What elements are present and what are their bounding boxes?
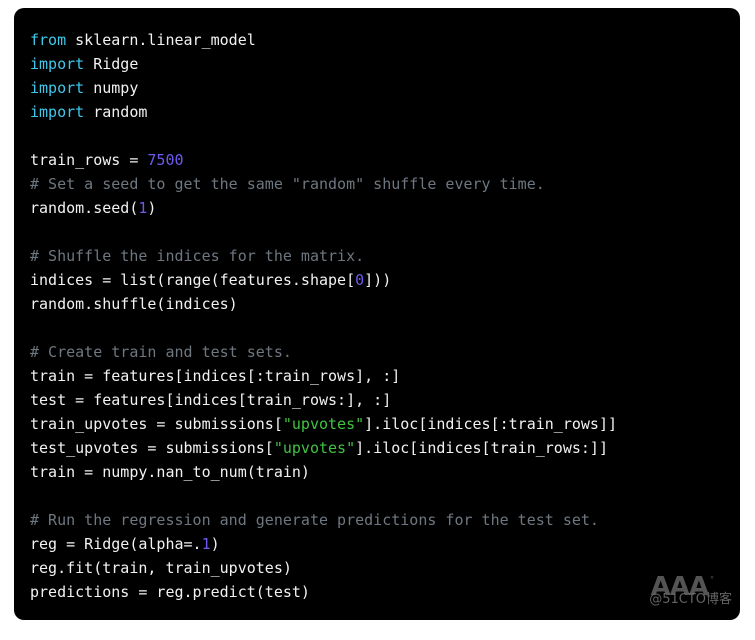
code-token-kw: import	[30, 55, 85, 73]
code-token-plain: )	[147, 199, 157, 217]
code-line: # Create train and test sets.	[30, 340, 724, 364]
code-token-kw: import	[30, 79, 85, 97]
code-line: train_rows = 7500	[30, 148, 724, 172]
code-token-com: # Create train and test sets.	[30, 343, 292, 361]
code-token-kw: from	[30, 31, 67, 49]
code-line: reg.fit(train, train_upvotes)	[30, 556, 724, 580]
code-token-plain: random.seed(	[30, 199, 139, 217]
code-token-plain: reg = Ridge(alpha=.	[30, 535, 202, 553]
code-line: test_upvotes = submissions["upvotes"].il…	[30, 436, 724, 460]
code-token-plain: indices = list(range(features.shape[	[30, 271, 356, 289]
code-token-com: # Shuffle the indices for the matrix.	[30, 247, 365, 265]
code-token-plain: test = features[indices[train_rows:], :]	[30, 391, 392, 409]
code-line: import Ridge	[30, 52, 724, 76]
code-token-plain: Ridge	[84, 55, 139, 73]
code-token-plain: predictions = reg.predict(test)	[30, 583, 310, 601]
code-token-kw: import	[30, 103, 85, 121]
code-line: test = features[indices[train_rows:], :]	[30, 388, 724, 412]
code-token-plain: numpy	[84, 79, 139, 97]
code-token-plain: random.shuffle(indices)	[30, 295, 238, 313]
code-line: import numpy	[30, 76, 724, 100]
code-block-card: from sklearn.linear_model import Ridge imp…	[14, 8, 740, 620]
code-line: indices = list(range(features.shape[0]))	[30, 268, 724, 292]
code-token-plain: train = numpy.nan_to_num(train)	[30, 463, 310, 481]
code-line: predictions = reg.predict(test)	[30, 580, 724, 604]
code-line: random.shuffle(indices)	[30, 292, 724, 316]
code-token-str: "upvotes"	[273, 439, 356, 457]
code-token-plain: random	[84, 103, 148, 121]
code-line: # Run the regression and generate predic…	[30, 508, 724, 532]
code-token-plain: sklearn.linear_model	[66, 31, 256, 49]
code-token-num: 1	[201, 535, 211, 553]
code-token-num: 7500	[147, 151, 184, 169]
code-token-num: 0	[355, 271, 365, 289]
code-line: from sklearn.linear_model	[30, 28, 724, 52]
code-token-com: # Set a seed to get the same "random" sh…	[30, 175, 545, 193]
code-token-plain: )	[210, 535, 220, 553]
code-line: train = features[indices[:train_rows], :…	[30, 364, 724, 388]
code-content[interactable]: from sklearn.linear_model import Ridge imp…	[14, 8, 740, 620]
code-line: train = numpy.nan_to_num(train)	[30, 460, 724, 484]
code-token-com: # Run the regression and generate predic…	[30, 511, 599, 529]
code-line: # Shuffle the indices for the matrix.	[30, 244, 724, 268]
code-token-plain: ].iloc[indices[train_rows:]]	[355, 439, 608, 457]
code-token-plain: ].iloc[indices[:train_rows]]	[364, 415, 618, 433]
code-token-plain: train_rows =	[30, 151, 148, 169]
code-token-plain: ]))	[364, 271, 392, 289]
code-token-plain: train_upvotes = submissions[	[30, 415, 283, 433]
code-line: train_upvotes = submissions["upvotes"].i…	[30, 412, 724, 436]
code-line: reg = Ridge(alpha=.1)	[30, 532, 724, 556]
code-token-str: "upvotes"	[282, 415, 365, 433]
code-token-plain: reg.fit(train, train_upvotes)	[30, 559, 292, 577]
code-line: import random	[30, 100, 724, 124]
code-line: random.seed(1)	[30, 196, 724, 220]
code-token-plain: train = features[indices[:train_rows], :…	[30, 367, 401, 385]
code-line: # Set a seed to get the same "random" sh…	[30, 172, 724, 196]
code-token-plain: test_upvotes = submissions[	[30, 439, 274, 457]
